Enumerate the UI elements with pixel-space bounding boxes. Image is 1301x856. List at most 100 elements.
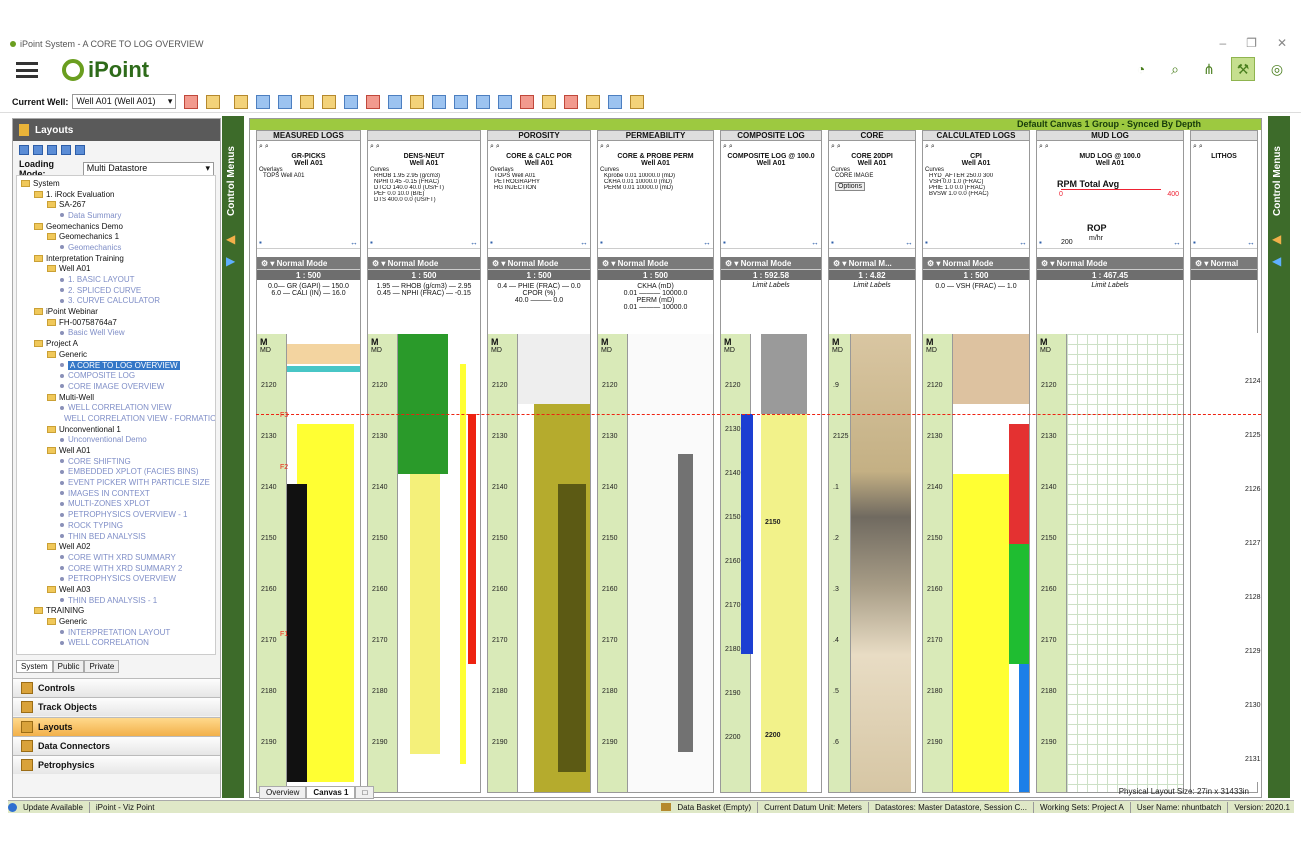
new-tab-icon[interactable]: □ <box>355 786 375 799</box>
accordion-track-objects[interactable]: Track Objects <box>13 697 220 716</box>
fit-width-icon[interactable] <box>454 94 469 109</box>
tree-item[interactable]: Well A01 <box>17 264 215 275</box>
chart-icon[interactable]: ▪ <box>723 238 726 248</box>
search-icon[interactable]: ⌕ <box>831 143 835 151</box>
arrow-right-icon[interactable]: ▶ <box>226 254 235 268</box>
restore-button[interactable]: ❐ <box>1246 36 1257 50</box>
search-icon[interactable]: ⌕ <box>1163 57 1187 81</box>
mode-selector[interactable]: ⚙ ▾ Normal Mode <box>923 257 1029 269</box>
tree-item[interactable]: WELL CORRELATION VIEW - FORMATION SI <box>17 413 215 424</box>
mode-selector[interactable]: ⚙ ▾ Normal Mode <box>721 257 821 269</box>
search-icon[interactable]: ⌕ <box>925 143 929 151</box>
swap-icon[interactable]: ↔ <box>350 238 358 248</box>
zoom-icon[interactable]: ⌕ <box>496 143 500 151</box>
data-basket[interactable]: Data Basket (Empty) <box>677 803 751 812</box>
control-menus-right[interactable]: Control Menus ◀ ◀ <box>1268 116 1290 798</box>
chart-icon[interactable]: ▪ <box>600 238 603 248</box>
tree-item[interactable]: COMPOSITE LOG <box>17 370 215 381</box>
tab-overview[interactable]: Overview <box>259 786 307 799</box>
swap-icon[interactable]: ↔ <box>811 238 819 248</box>
tree-item[interactable]: CORE SHIFTING <box>17 456 215 467</box>
track-scale[interactable] <box>1191 269 1257 280</box>
track-icon[interactable] <box>234 94 249 109</box>
track-scale[interactable]: 1 : 467.45 <box>1037 269 1183 280</box>
options-button[interactable]: Options <box>835 182 865 191</box>
tree-item[interactable]: Data Summary <box>17 210 215 221</box>
track-item[interactable]: BVSW 1.0 0.0 (FRAC) <box>923 191 1029 197</box>
track-scale[interactable]: 1 : 592.58 <box>721 269 821 280</box>
swap-icon[interactable]: ↔ <box>470 238 478 248</box>
chart-icon[interactable]: ▪ <box>370 238 373 248</box>
tree-item[interactable]: Well A01 <box>17 445 215 456</box>
tree-item[interactable]: Geomechanics 1 <box>17 231 215 242</box>
zoom-icon[interactable]: ⌕ <box>376 143 380 151</box>
settings-icon[interactable] <box>630 94 645 109</box>
zoom-icon[interactable]: ⌕ <box>265 143 269 151</box>
tree-item[interactable]: iPoint Webinar <box>17 306 215 317</box>
tree-item[interactable]: SA-267 <box>17 199 215 210</box>
tree-item[interactable]: IMAGES IN CONTEXT <box>17 488 215 499</box>
layout-icon[interactable] <box>344 94 359 109</box>
gauge-icon[interactable]: ◔ <box>1129 57 1153 81</box>
chart-icon[interactable]: ▪ <box>831 238 834 248</box>
collapse-icon[interactable] <box>47 145 57 155</box>
zoom-icon[interactable]: ⌕ <box>1199 143 1203 151</box>
fit-height-icon[interactable] <box>432 94 447 109</box>
chart-icon[interactable]: ▪ <box>1193 238 1196 248</box>
accordion-layouts[interactable]: Layouts <box>13 717 220 736</box>
tree-item[interactable]: PETROPHYSICS OVERVIEW - 1 <box>17 509 215 520</box>
mode-selector[interactable]: ⚙ ▾ Normal Mode <box>598 257 713 269</box>
track-item[interactable]: TOPS Well A01 <box>257 173 360 179</box>
track-item[interactable]: DTS 400.0 0.0 (US/FT) <box>368 197 480 203</box>
well-marker-icon[interactable] <box>184 94 199 109</box>
save-icon[interactable] <box>75 145 85 155</box>
sort-icon[interactable] <box>564 94 579 109</box>
tree-item[interactable]: TRAINING <box>17 606 215 617</box>
track-item[interactable]: CORE IMAGE <box>829 173 915 179</box>
log-track[interactable]: MUD LOG ⌕ ⌕ MUD LOG @ 100.0 Well A01 RPM Tota… <box>1036 130 1184 793</box>
track-item[interactable]: PERM 0.01 10000.0 (mD) <box>598 185 713 191</box>
chart-icon[interactable]: ▪ <box>925 238 928 248</box>
refresh-icon[interactable] <box>206 94 221 109</box>
zoom-icon[interactable]: ⌕ <box>606 143 610 151</box>
tab-public[interactable]: Public <box>52 660 85 673</box>
search-icon[interactable]: ⌕ <box>1193 143 1197 151</box>
arrow-icon[interactable] <box>586 94 601 109</box>
track-scale[interactable]: 1 : 500 <box>923 269 1029 280</box>
mode-selector[interactable]: ⚙ ▾ Normal <box>1191 257 1257 269</box>
zoom-in-icon[interactable] <box>476 94 491 109</box>
swap-icon[interactable]: ↔ <box>703 238 711 248</box>
depth-cursor-line[interactable] <box>256 414 1261 415</box>
tree-item[interactable]: Generic <box>17 616 215 627</box>
chart-icon[interactable]: ▪ <box>490 238 493 248</box>
tree-item[interactable]: System <box>17 178 215 189</box>
export-icon[interactable] <box>608 94 623 109</box>
tree-item[interactable]: Basic Well View <box>17 328 215 339</box>
log-track[interactable]: PERMEABILITY ⌕ ⌕ CORE & PROBE PERM Well A01 C… <box>597 130 714 793</box>
layouts-tree[interactable]: System 1. iRock Evaluation SA-267 Data Summ… <box>16 175 216 655</box>
tree-item[interactable]: Unconventional 1 <box>17 424 215 435</box>
log-track[interactable]: COMPOSITE LOG ⌕ ⌕ COMPOSITE LOG @ 100.0 Well… <box>720 130 822 793</box>
network-icon[interactable]: ⋔ <box>1197 57 1221 81</box>
zoom-icon[interactable]: ⌕ <box>837 143 841 151</box>
hand-icon[interactable] <box>542 94 557 109</box>
scale-icon[interactable] <box>410 94 425 109</box>
accordion-data-connectors[interactable]: Data Connectors <box>13 736 220 755</box>
loading-mode-select[interactable]: Multi Datastore ▾ <box>82 162 214 176</box>
tree-item[interactable]: Multi-Well <box>17 392 215 403</box>
track-scale[interactable]: 1 : 500 <box>488 269 590 280</box>
tree-item[interactable]: EMBEDDED XPLOT (FACIES BINS) <box>17 467 215 478</box>
log-track[interactable]: POROSITY ⌕ ⌕ CORE & CALC POR Well A01 Overlay… <box>487 130 591 793</box>
tree-item[interactable]: 2. SPLICED CURVE <box>17 285 215 296</box>
tree-item[interactable]: 3. CURVE CALCULATOR <box>17 296 215 307</box>
remove-track-icon[interactable] <box>278 94 293 109</box>
track-scale[interactable]: 1 : 4.82 <box>829 269 915 280</box>
track-scale[interactable]: 1 : 500 <box>598 269 713 280</box>
chart-icon[interactable]: ▪ <box>1039 238 1042 248</box>
tab-private[interactable]: Private <box>84 660 120 673</box>
insert-icon[interactable] <box>300 94 315 109</box>
tree-item[interactable]: CORE WITH XRD SUMMARY <box>17 552 215 563</box>
search-icon[interactable]: ⌕ <box>723 143 727 151</box>
control-menus-left[interactable]: Control Menus ◀ ▶ <box>222 116 244 798</box>
add-track-icon[interactable] <box>256 94 271 109</box>
